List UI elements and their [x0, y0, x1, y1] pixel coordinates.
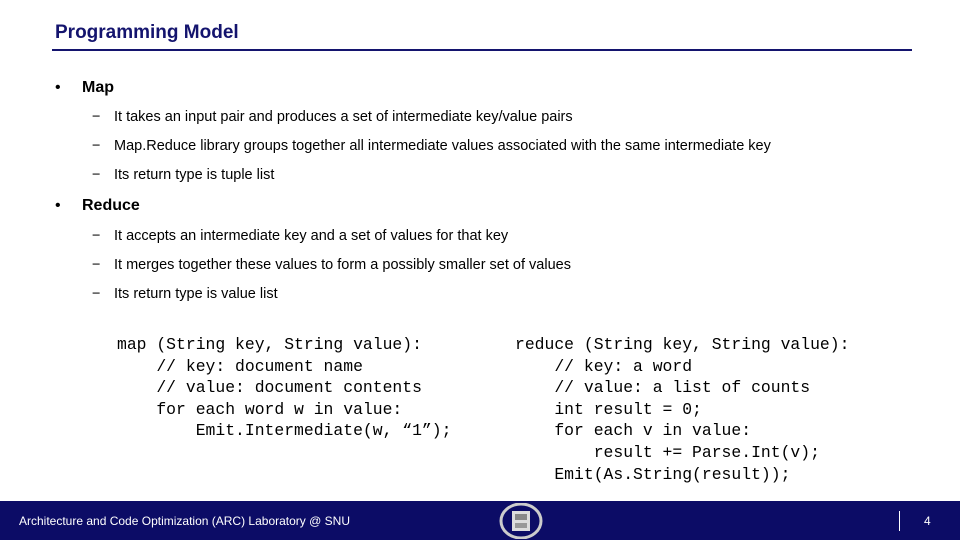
- sub-bullet: − Its return type is value list: [92, 286, 278, 302]
- footer-separator: [899, 511, 900, 531]
- page-number: 4: [924, 514, 931, 528]
- slide-title: Programming Model: [55, 22, 239, 43]
- map-pseudocode: map (String key, String value): // key: …: [117, 335, 452, 441]
- title-divider: [52, 49, 912, 51]
- sub-bullet: − Map.Reduce library groups together all …: [92, 138, 771, 154]
- snu-logo-icon: [499, 503, 543, 539]
- sub-bullet: − It takes an input pair and produces a s…: [92, 109, 573, 125]
- lab-name: Architecture and Code Optimization (ARC)…: [19, 514, 350, 528]
- reduce-pseudocode: reduce (String key, String value): // ke…: [515, 335, 850, 484]
- sub-bullet: − It accepts an intermediate key and a se…: [92, 228, 509, 244]
- footer: Architecture and Code Optimization (ARC)…: [0, 501, 960, 540]
- sub-bullet: − It merges together these values to form…: [92, 257, 571, 273]
- sub-bullet: − Its return type is tuple list: [92, 167, 275, 183]
